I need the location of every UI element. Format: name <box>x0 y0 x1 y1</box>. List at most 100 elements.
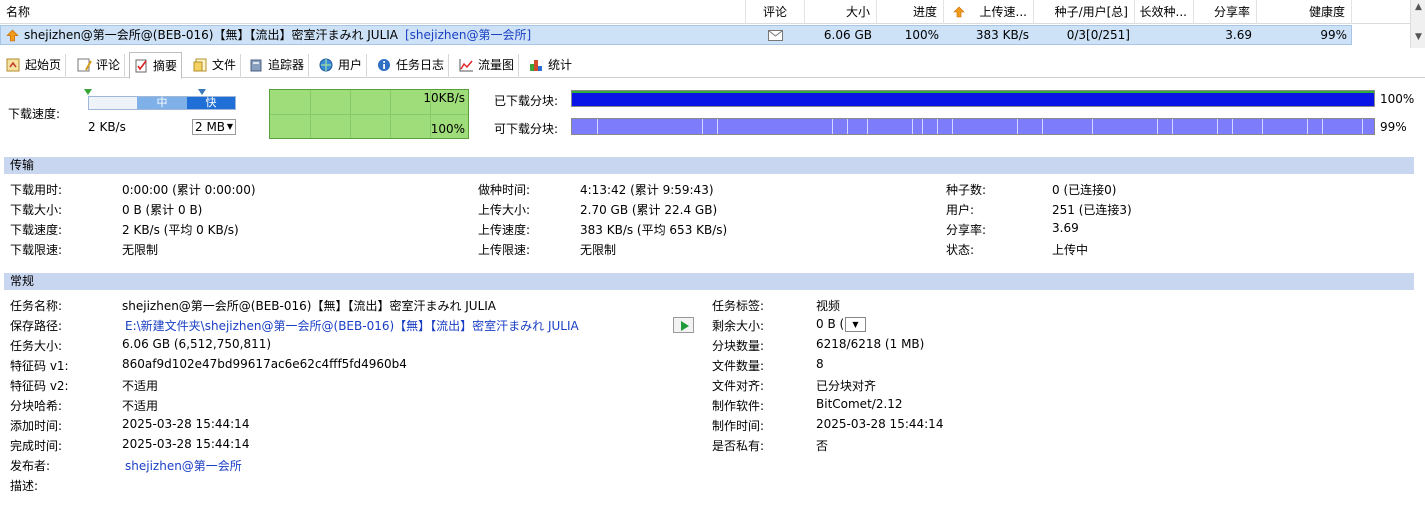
statistics-icon <box>530 60 542 71</box>
downloaded-pieces-percent: 100% <box>1380 92 1415 106</box>
availability-gap-mark <box>1017 119 1018 134</box>
tab-traffic-chart[interactable]: 流量图 <box>455 54 520 78</box>
slider-mid-segment: 中 <box>137 97 187 109</box>
availability-gap-mark <box>832 119 833 134</box>
general-field-value: 不适用 <box>122 399 159 413</box>
tab-comments[interactable]: 评论 <box>73 54 126 78</box>
general-field-label: 制作软件: <box>712 399 765 413</box>
availability-gap-mark <box>1322 119 1323 134</box>
current-speed-marker-icon <box>198 89 206 95</box>
comment-envelope-icon[interactable] <box>768 30 783 41</box>
column-share-ratio[interactable]: 分享率 <box>1194 0 1257 24</box>
torrent-name: shejizhen@第一会所@(BEB-016)【無】【流出】密室汗まみれ JU… <box>24 28 399 42</box>
general-field-label: 保存路径: <box>10 319 63 333</box>
general-field-label: 分块数量: <box>712 339 765 353</box>
transfer-field-label: 上传限速: <box>478 243 531 257</box>
general-section-header: 常规 <box>4 273 1414 290</box>
availability-gap-mark <box>922 119 923 134</box>
general-field-value: 8 <box>816 357 824 371</box>
availability-gap-mark <box>702 119 703 134</box>
tab-task-log[interactable]: 任务日志 <box>373 54 450 78</box>
graph-percent: 100% <box>430 122 465 136</box>
transfer-field-value: 4:13:42 (累计 9:59:43) <box>580 183 714 197</box>
transfer-field-label: 下载大小: <box>10 203 63 217</box>
transfer-field-value: 383 KB/s (平均 653 KB/s) <box>580 223 728 237</box>
torrent-publisher-tag[interactable]: [shejizhen@第一会所] <box>405 26 605 44</box>
transfer-field-label: 做种时间: <box>478 183 531 197</box>
open-folder-play-button[interactable] <box>673 317 694 333</box>
detail-tab-bar: 起始页 评论 摘要 文件 追踪器 用户 任务日志 流量图 统计 <box>0 52 1425 79</box>
tab-start-page[interactable]: 起始页 <box>2 54 67 78</box>
availability-gap-mark <box>1217 119 1218 134</box>
transfer-section-header: 传输 <box>4 157 1414 174</box>
general-field-label: 添加时间: <box>10 419 63 433</box>
availability-gap-mark <box>867 119 868 134</box>
torrent-seeds-peers: 0/3[0/251] <box>1066 28 1130 42</box>
availability-gap-mark <box>952 119 953 134</box>
list-vertical-scrollbar[interactable]: ▲ ▼ <box>1410 0 1425 48</box>
availability-gap-mark <box>937 119 938 134</box>
general-field-label: 发布者: <box>10 459 51 473</box>
general-field-value: 2025-03-28 15:44:14 <box>122 437 250 451</box>
transfer-field-label: 上传速度: <box>478 223 531 237</box>
speed-graph: 10KB/s 100% <box>269 89 469 139</box>
torrent-row[interactable]: shejizhen@第一会所@(BEB-016)【無】【流出】密室汗まみれ JU… <box>0 25 1352 45</box>
transfer-field-value: 0 (已连接0) <box>1052 183 1117 197</box>
column-health[interactable]: 健康度 <box>1257 0 1352 24</box>
tab-files[interactable]: 文件 <box>189 54 242 78</box>
general-field-value: 6.06 GB (6,512,750,811) <box>122 337 272 351</box>
general-field-label: 特征码 v2: <box>10 379 69 393</box>
availability-gap-mark <box>1307 119 1308 134</box>
general-field-value[interactable]: shejizhen@第一会所 <box>125 457 242 474</box>
availability-gap-mark <box>1092 119 1093 134</box>
column-seeds-peers[interactable]: 种子/用户[总] <box>1034 0 1135 24</box>
torrent-health: 99% <box>1320 28 1347 42</box>
download-speed-value: 2 KB/s <box>88 120 126 134</box>
general-field-value[interactable]: E:\新建文件夹\shejizhen@第一会所@(BEB-016)【無】【流出】… <box>125 317 579 334</box>
scroll-up-arrow-icon[interactable]: ▲ <box>1411 2 1425 14</box>
general-field-value: 不适用 <box>122 379 159 393</box>
upload-status-icon <box>6 29 19 42</box>
transfer-field-value: 0:00:00 (累计 0:00:00) <box>122 183 256 197</box>
tab-statistics[interactable]: 统计 <box>525 54 576 78</box>
general-field-value: shejizhen@第一会所@(BEB-016)【無】【流出】密室汗まみれ JU… <box>122 299 497 313</box>
column-progress[interactable]: 进度 <box>877 0 944 24</box>
tab-summary[interactable]: 摘要 <box>129 52 183 79</box>
torrent-progress: 100% <box>904 28 939 42</box>
block-size-select[interactable]: 2 MB ▼ <box>192 119 236 135</box>
transfer-field-value: 2 KB/s (平均 0 KB/s) <box>122 223 239 237</box>
availability-gap-mark <box>1042 119 1043 134</box>
file-icon <box>193 58 207 72</box>
info-log-icon <box>378 59 390 71</box>
torrent-size: 6.06 GB <box>823 28 872 42</box>
torrent-upload-speed: 383 KB/s <box>975 28 1029 42</box>
tab-peers[interactable]: 用户 <box>315 54 368 78</box>
general-field-label: 任务名称: <box>10 299 63 313</box>
chevron-down-icon: ▼ <box>226 122 233 131</box>
general-field-label: 任务大小: <box>10 339 63 353</box>
comment-icon <box>77 58 92 72</box>
general-field-value: 2025-03-28 15:44:14 <box>816 417 944 431</box>
downloaded-pieces-bar <box>571 90 1375 107</box>
general-field-label: 剩余大小: <box>712 319 765 333</box>
play-icon <box>681 321 689 331</box>
summary-icon <box>135 59 147 73</box>
general-field-value: 6218/6218 (1 MB) <box>816 337 925 351</box>
min-speed-marker-icon <box>84 89 92 95</box>
task-tag-dropdown[interactable]: ▼ <box>845 317 866 332</box>
scroll-down-arrow-icon[interactable]: ▼ <box>1411 32 1425 44</box>
column-comment[interactable]: 评论 <box>746 0 805 24</box>
chevron-down-icon: ▼ <box>852 320 859 329</box>
general-field-label: 文件数量: <box>712 359 765 373</box>
general-field-label: 制作时间: <box>712 419 765 433</box>
general-field-value: 否 <box>816 439 829 453</box>
general-field-label: 特征码 v1: <box>10 359 69 373</box>
column-long-term-seeds[interactable]: 长效种... <box>1135 0 1194 24</box>
download-speed-slider[interactable]: 中 快 <box>88 96 236 110</box>
download-speed-label: 下载速度: <box>8 107 61 121</box>
tab-trackers[interactable]: 追踪器 <box>245 54 310 78</box>
transfer-field-label: 种子数: <box>946 183 987 197</box>
column-name[interactable]: 名称 <box>0 0 746 24</box>
column-upload-speed[interactable]: 上传速... <box>944 0 1034 24</box>
column-size[interactable]: 大小 <box>805 0 877 24</box>
